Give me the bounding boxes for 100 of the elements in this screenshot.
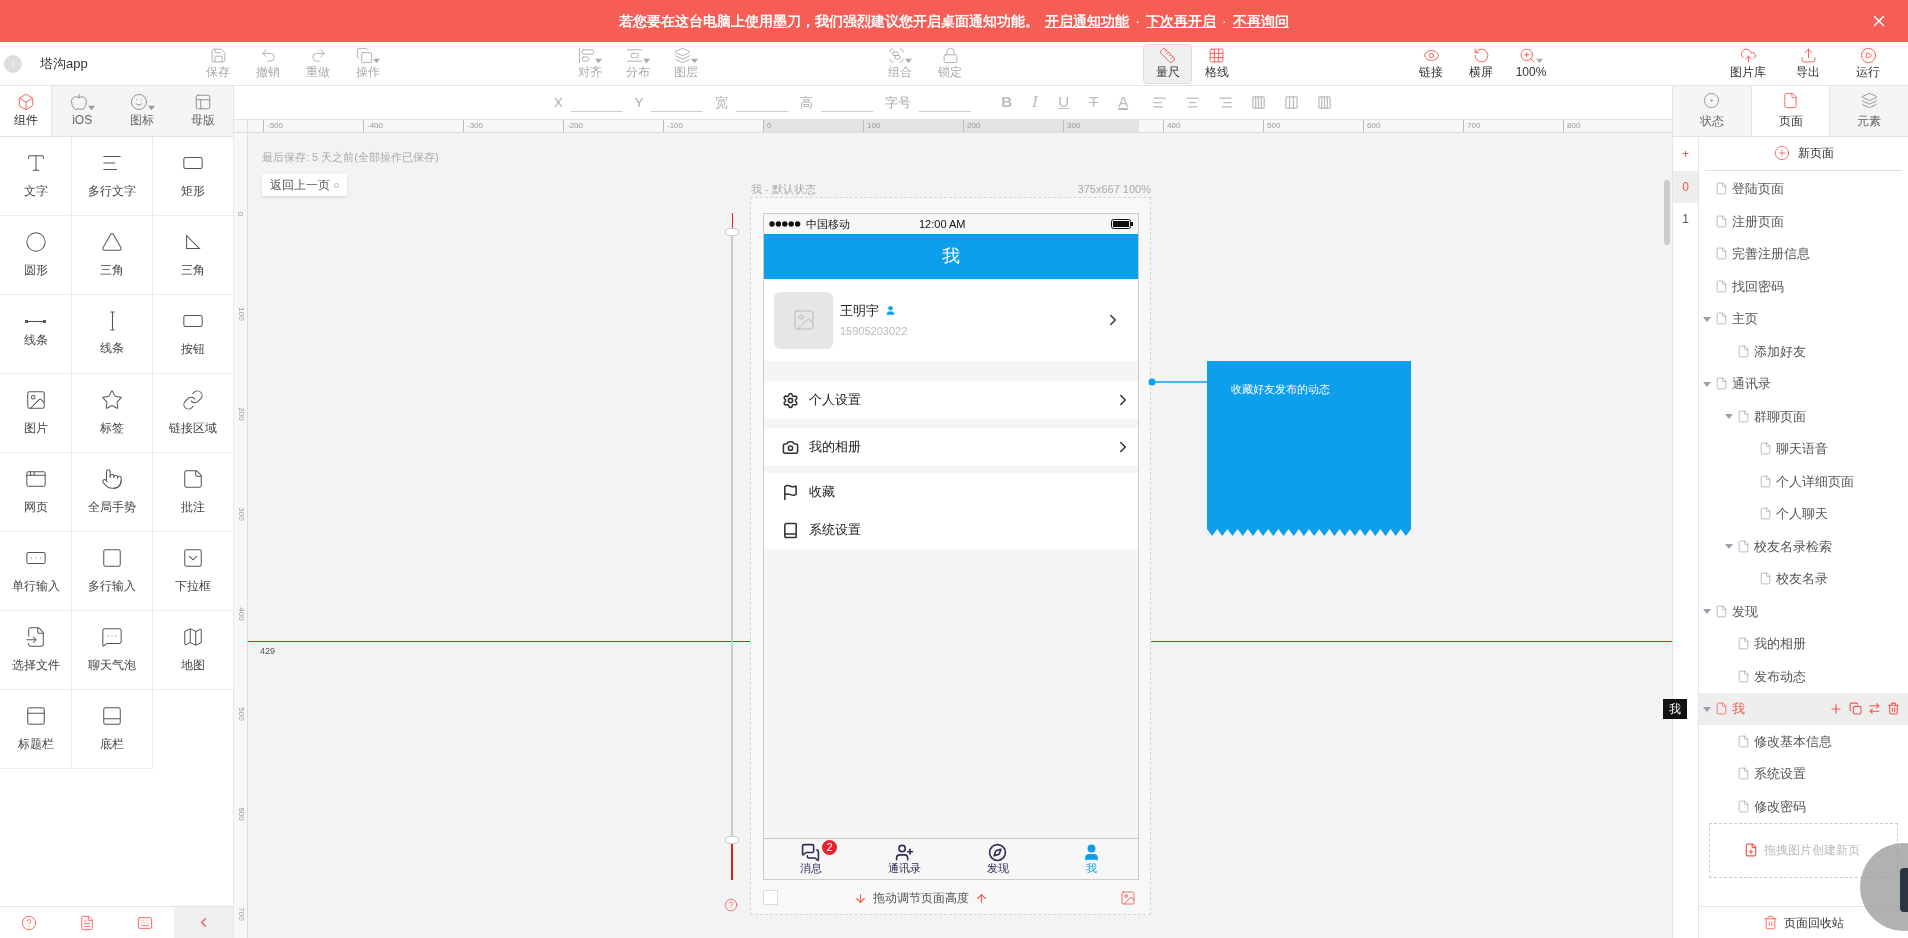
page-label: 个人聊天 [1776, 505, 1828, 524]
trash-button[interactable]: 页面回收站 [1763, 913, 1844, 932]
page-item[interactable]: 个人详细页面 [1699, 465, 1908, 498]
page-item[interactable]: 我的相册 [1699, 627, 1908, 661]
collapse-button[interactable] [174, 907, 233, 938]
toolbar-icon [941, 47, 959, 64]
menu-row[interactable]: 收藏 [764, 473, 1138, 511]
panel-tab[interactable]: 状态 [1673, 86, 1751, 136]
page-item[interactable]: 修改基本信息 [1699, 725, 1908, 758]
page-item[interactable]: 聊天语音 [1699, 432, 1908, 466]
panel-tab[interactable]: 组件 [0, 86, 52, 136]
page-item[interactable]: 系统设置 [1699, 757, 1908, 791]
toolbar-button[interactable]: 图片库 [1718, 43, 1778, 84]
caret-icon[interactable] [1725, 542, 1733, 551]
columns-icon[interactable] [1317, 95, 1333, 110]
component-item[interactable]: 线条 [0, 295, 72, 374]
page-item[interactable]: 发现 [1699, 595, 1908, 628]
component-item[interactable]: 图片 [0, 374, 72, 453]
page-item[interactable]: 校友名录检索 [1699, 530, 1908, 563]
back-page-button[interactable]: 返回上一页 [262, 174, 347, 196]
background-checkbox[interactable] [763, 890, 778, 905]
new-page-button[interactable]: 新页面 [1705, 137, 1902, 171]
menu-row[interactable]: 我的相册 [764, 428, 1138, 466]
panel-tab[interactable]: 元素 [1830, 86, 1908, 136]
keyboard-icon[interactable] [137, 914, 153, 931]
page-item[interactable]: 发布动态 [1699, 660, 1908, 693]
caret-icon[interactable] [1703, 379, 1711, 388]
profile-card[interactable]: 王明宇 15905203022 [764, 279, 1138, 361]
page-item[interactable]: 完善注册信息 [1699, 237, 1908, 271]
panel-tab[interactable]: 母版 [172, 86, 233, 136]
page-item[interactable]: 找回密码 [1699, 270, 1908, 303]
align-center-icon[interactable] [1185, 95, 1201, 110]
document-icon[interactable] [79, 914, 95, 931]
menu-row[interactable]: 个人设置 [764, 381, 1138, 419]
back-button[interactable] [4, 54, 22, 73]
scrollbar[interactable] [1664, 180, 1670, 245]
component-item[interactable]: 底栏 [72, 690, 153, 769]
page-item[interactable]: 校友名录 [1699, 562, 1908, 596]
component-item[interactable]: 圆形 [0, 216, 72, 295]
caret-icon[interactable] [1703, 314, 1711, 323]
connector-line [1148, 378, 1208, 386]
tab-item[interactable]: 发现 [951, 839, 1045, 879]
page-icon [1737, 409, 1750, 423]
page-label: 个人详细页面 [1776, 472, 1854, 491]
help-icon[interactable] [21, 914, 37, 931]
state-item[interactable]: 1 [1673, 203, 1698, 235]
panel-tab[interactable]: 页面 [1750, 86, 1831, 136]
toolbar-button[interactable]: 横屏 [1456, 43, 1506, 84]
image-icon[interactable] [1120, 890, 1136, 906]
toolbar-button[interactable]: 量尺 [1143, 43, 1192, 84]
component-item[interactable]: 多行输入 [72, 532, 153, 611]
page-item[interactable]: 添加好友 [1699, 335, 1908, 368]
help-icon[interactable] [724, 898, 738, 912]
page-item[interactable]: 修改密码 [1699, 790, 1908, 823]
height-slider-drawing[interactable] [724, 213, 740, 880]
swap-icon[interactable] [1868, 702, 1881, 716]
panel-tab[interactable]: iOS [52, 86, 113, 136]
field-label: X [554, 93, 563, 112]
component-item[interactable]: 线条 [72, 295, 153, 374]
caret-icon[interactable] [1725, 412, 1733, 421]
page-label: 校友名录 [1776, 570, 1828, 589]
tab-item[interactable]: 通讯录 [857, 839, 951, 879]
arrow-up-icon [975, 891, 988, 905]
page-item[interactable]: 通讯录 [1699, 367, 1908, 401]
component-item[interactable]: 文字 [0, 137, 72, 216]
toolbar-button[interactable]: 链接 [1406, 43, 1456, 84]
caret-icon[interactable] [1703, 704, 1711, 713]
toolbar-button[interactable]: 格线 [1192, 43, 1241, 84]
image-icon [24, 389, 47, 411]
page-item[interactable]: 注册页面 [1699, 205, 1908, 238]
columns-icon[interactable] [1251, 95, 1267, 110]
component-item[interactable]: 单行输入 [0, 532, 72, 611]
toolbar-button[interactable]: 导出 [1778, 43, 1838, 84]
tab-item[interactable]: 消息 2 [764, 839, 858, 879]
component-item[interactable]: 全局手势 [72, 453, 153, 532]
component-item[interactable]: 标签 [72, 374, 153, 453]
component-item[interactable]: 三角 [72, 216, 153, 295]
component-item[interactable]: 网页 [0, 453, 72, 532]
page-icon [1715, 377, 1728, 391]
add-icon[interactable] [1829, 701, 1843, 716]
page-item[interactable]: 个人聊天 [1699, 497, 1908, 531]
component-item[interactable]: 多行文字 [72, 137, 153, 216]
page-item[interactable]: 群聊页面 [1699, 400, 1908, 433]
layers-icon [1860, 92, 1878, 109]
columns-icon[interactable] [1284, 95, 1300, 110]
menu-row[interactable]: 系统设置 [764, 511, 1138, 549]
align-left-icon[interactable] [1152, 95, 1168, 110]
ruler-label: 700 [1463, 120, 1481, 132]
toolbar-button[interactable]: 运行 [1838, 43, 1898, 84]
component-item[interactable]: 标题栏 [0, 690, 72, 769]
delete-icon[interactable] [1887, 702, 1900, 716]
panel-tab[interactable]: 图标 [112, 86, 173, 136]
component-item[interactable]: 选择文件 [0, 611, 72, 690]
copy-icon[interactable] [1849, 702, 1862, 716]
page-item[interactable]: 登陆页面 [1699, 172, 1908, 206]
align-right-icon[interactable] [1218, 95, 1234, 110]
component-item[interactable]: 聊天气泡 [72, 611, 153, 690]
caret-icon[interactable] [1703, 607, 1711, 616]
toolbar-button[interactable]: 100% [1506, 43, 1556, 84]
page-item[interactable]: 主页 [1699, 302, 1908, 336]
